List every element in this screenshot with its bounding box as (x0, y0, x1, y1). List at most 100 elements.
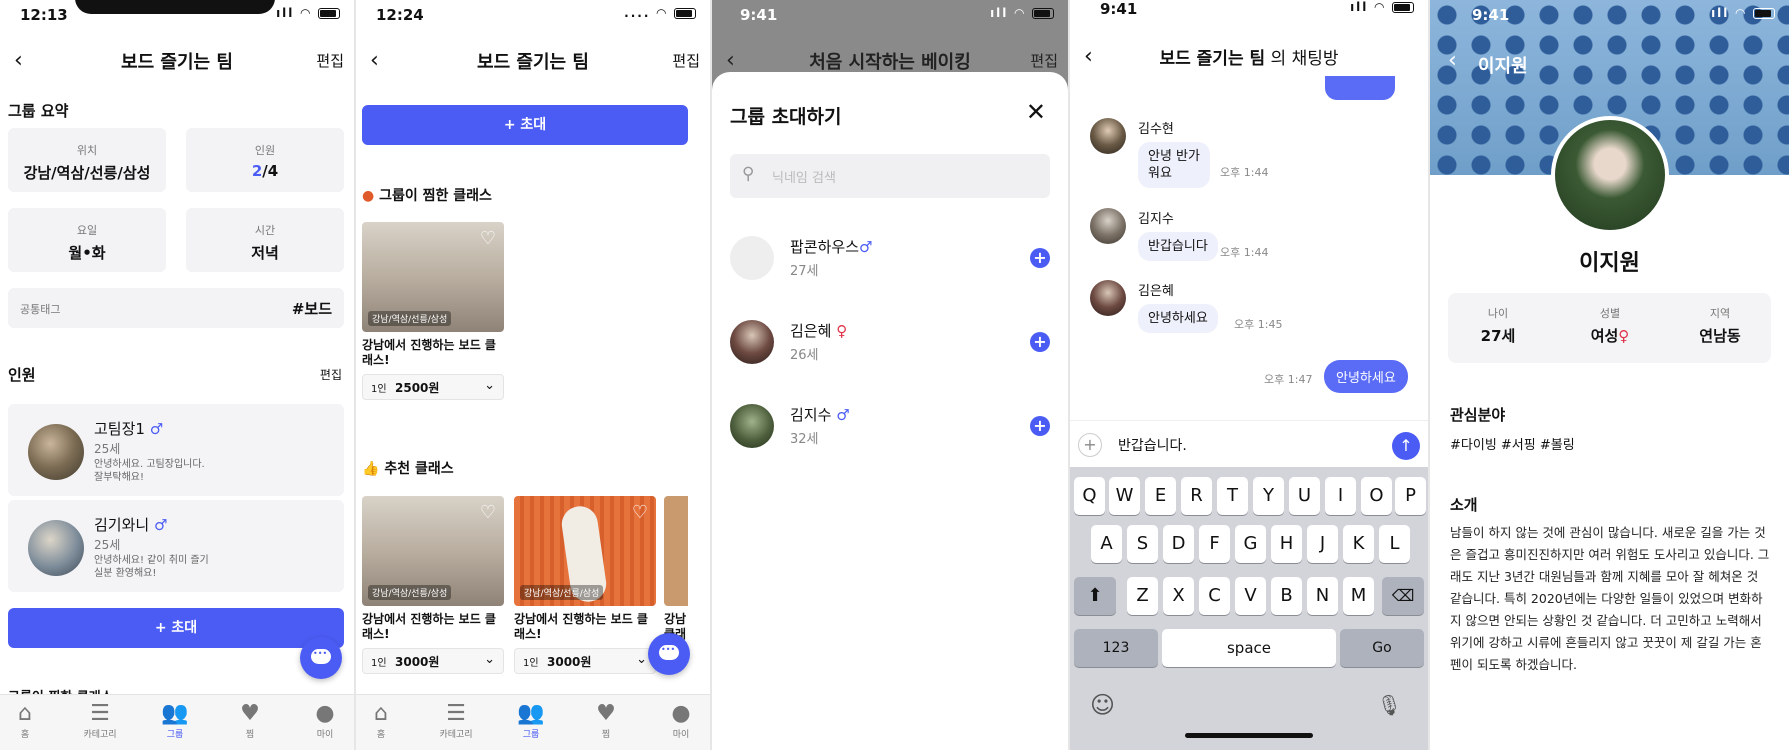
key[interactable]: J (1307, 525, 1338, 563)
favorites-title-text: 그룹이 찜한 클래스 (379, 188, 492, 204)
add-user-button[interactable]: + (1030, 416, 1050, 436)
go-key[interactable]: Go (1340, 629, 1424, 667)
key[interactable]: O (1361, 477, 1392, 515)
invite-button[interactable]: + 초대 (362, 105, 688, 145)
message-input[interactable]: 반갑습니다. (1118, 435, 1187, 455)
price-select[interactable]: 1인 3000원 ⌄ (362, 648, 504, 674)
key[interactable]: G (1235, 525, 1266, 563)
header-name: 이지원 (1478, 56, 1528, 77)
class-card[interactable]: ♡ 강남/역삼/선릉/삼성 강남에서 진행하는 보드 클래스! 1인 2500원… (362, 222, 504, 400)
chevron-down-icon: ⌄ (484, 378, 495, 393)
price-select[interactable]: 1인 2500원 ⌄ (362, 374, 504, 400)
chat-fab-icon[interactable] (300, 637, 342, 679)
tab-group[interactable]: 👥 그룹 (501, 701, 561, 740)
edit-button[interactable]: 편집 (316, 50, 344, 71)
key[interactable]: H (1271, 525, 1302, 563)
edit-button[interactable]: 편집 (672, 50, 700, 71)
member-age: 25세 (94, 538, 121, 552)
chat-fab-icon[interactable] (648, 633, 690, 675)
group-icon: 👥 (517, 701, 545, 726)
user-name: 팝콘하우스♂ (790, 236, 872, 257)
male-icon: ♂ (859, 238, 873, 256)
key[interactable]: V (1235, 577, 1266, 615)
numbers-key[interactable]: 123 (1074, 629, 1158, 667)
tab-my[interactable]: ● 마이 (295, 701, 354, 740)
plus-icon[interactable]: + (1078, 433, 1102, 457)
user-name-text: 김지수 (790, 406, 832, 424)
add-user-button[interactable]: + (1030, 332, 1050, 352)
key[interactable]: Z (1127, 577, 1158, 615)
key[interactable]: W (1109, 477, 1140, 515)
close-icon[interactable]: ✕ (1026, 98, 1046, 126)
avatar (28, 520, 84, 576)
key[interactable]: P (1395, 477, 1426, 515)
class-card[interactable]: ♡ 강남/역삼/선릉/삼성 강남에서 진행하는 보드 클래스! 1인 3000원… (362, 496, 504, 674)
back-icon[interactable]: ‹ (1448, 48, 1457, 73)
member-name-text: 김기와니 (94, 516, 150, 534)
class-title: 강남에서 진행하는 보드 클래스! (362, 338, 496, 367)
key[interactable]: K (1343, 525, 1374, 563)
members-edit-button[interactable]: 편집 (320, 366, 342, 383)
member-card[interactable]: 김기와니 ♂ 25세 안녕하세요! 같이 취미 즐기실분 환영해요! (8, 500, 344, 592)
avatar (730, 320, 774, 364)
class-card[interactable]: 강남 클래 (664, 496, 688, 642)
shift-key-icon[interactable]: ⬆ (1074, 577, 1116, 615)
tab-home[interactable]: ⌂ 홈 (356, 701, 411, 740)
key[interactable]: F (1199, 525, 1230, 563)
class-card[interactable]: ♡ 강남/역삼/선릉/삼성 강남에서 진행하는 보드 클래스! 1인 3000원… (514, 496, 656, 674)
key[interactable]: I (1325, 477, 1356, 515)
key[interactable]: E (1145, 477, 1176, 515)
key[interactable]: M (1343, 577, 1374, 615)
tab-group[interactable]: 👥 그룹 (145, 701, 205, 740)
heart-icon[interactable]: ♡ (480, 502, 496, 523)
member-name-text: 고팀장1 (94, 420, 145, 438)
search-input[interactable]: ⚲ 닉네임 검색 (730, 154, 1050, 198)
key[interactable]: D (1163, 525, 1194, 563)
tab-home[interactable]: ⌂ 홈 (0, 701, 55, 740)
key[interactable]: N (1307, 577, 1338, 615)
tab-wishlist[interactable]: ♥ 찜 (576, 701, 636, 740)
key[interactable]: A (1091, 525, 1122, 563)
member-card[interactable]: 고팀장1 ♂ 25세 안녕하세요. 고팀장입니다. 잘부탁해요! (8, 404, 344, 496)
bio-title: 소개 (1450, 496, 1478, 514)
key[interactable]: U (1289, 477, 1320, 515)
send-icon[interactable]: ↑ (1392, 432, 1420, 460)
heart-icon[interactable]: ♡ (480, 228, 496, 249)
battery-icon (1032, 8, 1054, 19)
time-label: 시간 (254, 224, 276, 237)
tab-my[interactable]: ● 마이 (651, 701, 710, 740)
user-name-text: 김은혜 (790, 322, 832, 340)
tab-category[interactable]: ☰ 카테고리 (70, 701, 130, 740)
status-time: 9:41 (1472, 6, 1510, 24)
key[interactable]: Y (1253, 477, 1284, 515)
key[interactable]: S (1127, 525, 1158, 563)
modal-title: 그룹 초대하기 (730, 106, 842, 128)
space-key[interactable]: space (1162, 629, 1336, 667)
key[interactable]: B (1271, 577, 1302, 615)
microphone-icon[interactable]: 🎙 (1377, 693, 1402, 717)
heart-icon[interactable]: ♡ (632, 502, 648, 523)
key[interactable]: R (1181, 477, 1212, 515)
chevron-down-icon: ⌄ (484, 652, 495, 667)
invite-button[interactable]: + 초대 (8, 608, 344, 648)
backspace-key-icon[interactable]: ⌫ (1382, 577, 1424, 615)
add-user-button[interactable]: + (1030, 248, 1050, 268)
member-age: 25세 (94, 442, 121, 456)
key[interactable]: Q (1074, 477, 1105, 515)
group-icon: 👥 (161, 701, 189, 726)
background-edit: 편집 (1030, 52, 1058, 70)
key[interactable]: L (1379, 525, 1410, 563)
key[interactable]: C (1199, 577, 1230, 615)
key[interactable]: T (1217, 477, 1248, 515)
price-select[interactable]: 1인 3000원 ⌄ (514, 648, 656, 674)
key[interactable]: X (1163, 577, 1194, 615)
tab-wishlist[interactable]: ♥ 찜 (220, 701, 280, 740)
page-title: 보드 즐기는 팀 (121, 52, 233, 73)
location-tag: 강남/역삼/선릉/삼성 (368, 585, 452, 600)
emoji-icon[interactable]: ☺ (1090, 691, 1115, 719)
time-card: 시간 저녁 (186, 208, 344, 272)
stat-label: 지역 (1709, 307, 1731, 320)
keyboard: Q W E R T Y U I O P A S D F G H J K L ⬆ … (1070, 467, 1428, 750)
headcount-current: 2 (251, 162, 263, 180)
tab-category[interactable]: ☰ 카테고리 (426, 701, 486, 740)
